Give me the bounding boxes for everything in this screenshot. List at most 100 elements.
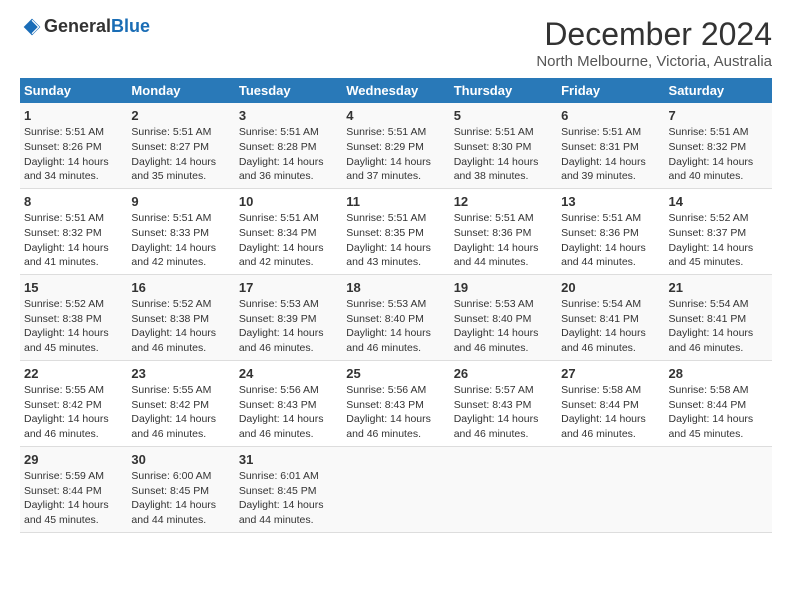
day-detail: Sunset: 8:42 PM: [24, 398, 123, 413]
day-detail: and 41 minutes.: [24, 255, 123, 270]
weekday-header-wednesday: Wednesday: [342, 78, 449, 103]
week-row-1: 1Sunrise: 5:51 AMSunset: 8:26 PMDaylight…: [20, 103, 772, 188]
day-detail: Sunset: 8:41 PM: [561, 312, 660, 327]
day-detail: and 46 minutes.: [346, 341, 445, 356]
day-number: 28: [669, 365, 768, 383]
day-detail: and 38 minutes.: [454, 169, 553, 184]
day-detail: Sunrise: 5:52 AM: [131, 297, 230, 312]
logo: GeneralBlue: [20, 16, 150, 37]
calendar-cell: 20Sunrise: 5:54 AMSunset: 8:41 PMDayligh…: [557, 274, 664, 360]
weekday-header-tuesday: Tuesday: [235, 78, 342, 103]
day-detail: Sunset: 8:31 PM: [561, 140, 660, 155]
day-detail: Daylight: 14 hours: [346, 326, 445, 341]
calendar-cell: 18Sunrise: 5:53 AMSunset: 8:40 PMDayligh…: [342, 274, 449, 360]
calendar-cell: 24Sunrise: 5:56 AMSunset: 8:43 PMDayligh…: [235, 360, 342, 446]
day-detail: Sunrise: 6:01 AM: [239, 469, 338, 484]
day-detail: Sunrise: 5:51 AM: [669, 125, 768, 140]
day-detail: Daylight: 14 hours: [24, 412, 123, 427]
day-number: 17: [239, 279, 338, 297]
calendar-cell: 1Sunrise: 5:51 AMSunset: 8:26 PMDaylight…: [20, 103, 127, 188]
calendar-cell: 2Sunrise: 5:51 AMSunset: 8:27 PMDaylight…: [127, 103, 234, 188]
day-number: 15: [24, 279, 123, 297]
day-detail: and 45 minutes.: [24, 513, 123, 528]
day-number: 1: [24, 107, 123, 125]
day-number: 24: [239, 365, 338, 383]
day-detail: Sunrise: 5:59 AM: [24, 469, 123, 484]
day-number: 22: [24, 365, 123, 383]
day-detail: Sunset: 8:32 PM: [24, 226, 123, 241]
day-detail: Sunrise: 5:56 AM: [346, 383, 445, 398]
day-number: 7: [669, 107, 768, 125]
day-number: 11: [346, 193, 445, 211]
day-detail: Daylight: 14 hours: [131, 412, 230, 427]
day-detail: Daylight: 14 hours: [669, 412, 768, 427]
calendar-cell: 6Sunrise: 5:51 AMSunset: 8:31 PMDaylight…: [557, 103, 664, 188]
day-detail: Daylight: 14 hours: [239, 155, 338, 170]
day-number: 4: [346, 107, 445, 125]
calendar-cell: 29Sunrise: 5:59 AMSunset: 8:44 PMDayligh…: [20, 446, 127, 532]
day-number: 13: [561, 193, 660, 211]
day-detail: Sunrise: 5:55 AM: [24, 383, 123, 398]
day-detail: Daylight: 14 hours: [669, 326, 768, 341]
day-detail: Sunrise: 5:57 AM: [454, 383, 553, 398]
location-title: North Melbourne, Victoria, Australia: [536, 53, 772, 70]
calendar-cell: 8Sunrise: 5:51 AMSunset: 8:32 PMDaylight…: [20, 188, 127, 274]
day-detail: and 44 minutes.: [239, 513, 338, 528]
day-detail: Daylight: 14 hours: [454, 412, 553, 427]
day-detail: Sunset: 8:42 PM: [131, 398, 230, 413]
calendar-cell: 4Sunrise: 5:51 AMSunset: 8:29 PMDaylight…: [342, 103, 449, 188]
calendar-header: SundayMondayTuesdayWednesdayThursdayFrid…: [20, 78, 772, 103]
day-detail: Sunrise: 5:51 AM: [24, 125, 123, 140]
day-number: 3: [239, 107, 338, 125]
day-detail: Sunset: 8:38 PM: [131, 312, 230, 327]
day-number: 26: [454, 365, 553, 383]
day-number: 30: [131, 451, 230, 469]
day-number: 19: [454, 279, 553, 297]
day-detail: Daylight: 14 hours: [561, 241, 660, 256]
day-detail: Sunrise: 6:00 AM: [131, 469, 230, 484]
day-detail: Sunset: 8:27 PM: [131, 140, 230, 155]
calendar-cell: 10Sunrise: 5:51 AMSunset: 8:34 PMDayligh…: [235, 188, 342, 274]
day-detail: Sunrise: 5:53 AM: [239, 297, 338, 312]
day-detail: Daylight: 14 hours: [24, 241, 123, 256]
day-number: 18: [346, 279, 445, 297]
day-detail: Daylight: 14 hours: [24, 155, 123, 170]
day-number: 16: [131, 279, 230, 297]
title-area: December 2024 North Melbourne, Victoria,…: [536, 16, 772, 70]
day-detail: Sunset: 8:37 PM: [669, 226, 768, 241]
day-detail: Sunrise: 5:58 AM: [561, 383, 660, 398]
day-number: 10: [239, 193, 338, 211]
calendar-cell: 17Sunrise: 5:53 AMSunset: 8:39 PMDayligh…: [235, 274, 342, 360]
calendar-cell: 23Sunrise: 5:55 AMSunset: 8:42 PMDayligh…: [127, 360, 234, 446]
day-detail: Sunrise: 5:51 AM: [24, 211, 123, 226]
day-number: 5: [454, 107, 553, 125]
day-number: 21: [669, 279, 768, 297]
day-detail: and 46 minutes.: [346, 427, 445, 442]
day-detail: and 46 minutes.: [454, 427, 553, 442]
calendar-cell: 5Sunrise: 5:51 AMSunset: 8:30 PMDaylight…: [450, 103, 557, 188]
day-detail: and 42 minutes.: [239, 255, 338, 270]
day-detail: Sunrise: 5:51 AM: [454, 125, 553, 140]
calendar-body: 1Sunrise: 5:51 AMSunset: 8:26 PMDaylight…: [20, 103, 772, 532]
day-detail: Daylight: 14 hours: [454, 241, 553, 256]
calendar-cell: 16Sunrise: 5:52 AMSunset: 8:38 PMDayligh…: [127, 274, 234, 360]
logo-text-general: General: [44, 16, 111, 36]
logo-text-blue: Blue: [111, 16, 150, 36]
day-detail: Sunrise: 5:51 AM: [131, 211, 230, 226]
day-detail: Daylight: 14 hours: [24, 326, 123, 341]
day-detail: and 43 minutes.: [346, 255, 445, 270]
day-detail: and 45 minutes.: [24, 341, 123, 356]
day-detail: Daylight: 14 hours: [239, 241, 338, 256]
weekday-header-sunday: Sunday: [20, 78, 127, 103]
calendar-cell: [557, 446, 664, 532]
day-number: 31: [239, 451, 338, 469]
calendar-cell: 28Sunrise: 5:58 AMSunset: 8:44 PMDayligh…: [665, 360, 772, 446]
day-detail: and 44 minutes.: [131, 513, 230, 528]
day-detail: Sunrise: 5:51 AM: [131, 125, 230, 140]
day-detail: and 46 minutes.: [561, 427, 660, 442]
day-detail: Daylight: 14 hours: [131, 155, 230, 170]
day-detail: Daylight: 14 hours: [346, 155, 445, 170]
calendar-cell: 30Sunrise: 6:00 AMSunset: 8:45 PMDayligh…: [127, 446, 234, 532]
day-detail: Sunset: 8:38 PM: [24, 312, 123, 327]
day-detail: Sunset: 8:43 PM: [346, 398, 445, 413]
